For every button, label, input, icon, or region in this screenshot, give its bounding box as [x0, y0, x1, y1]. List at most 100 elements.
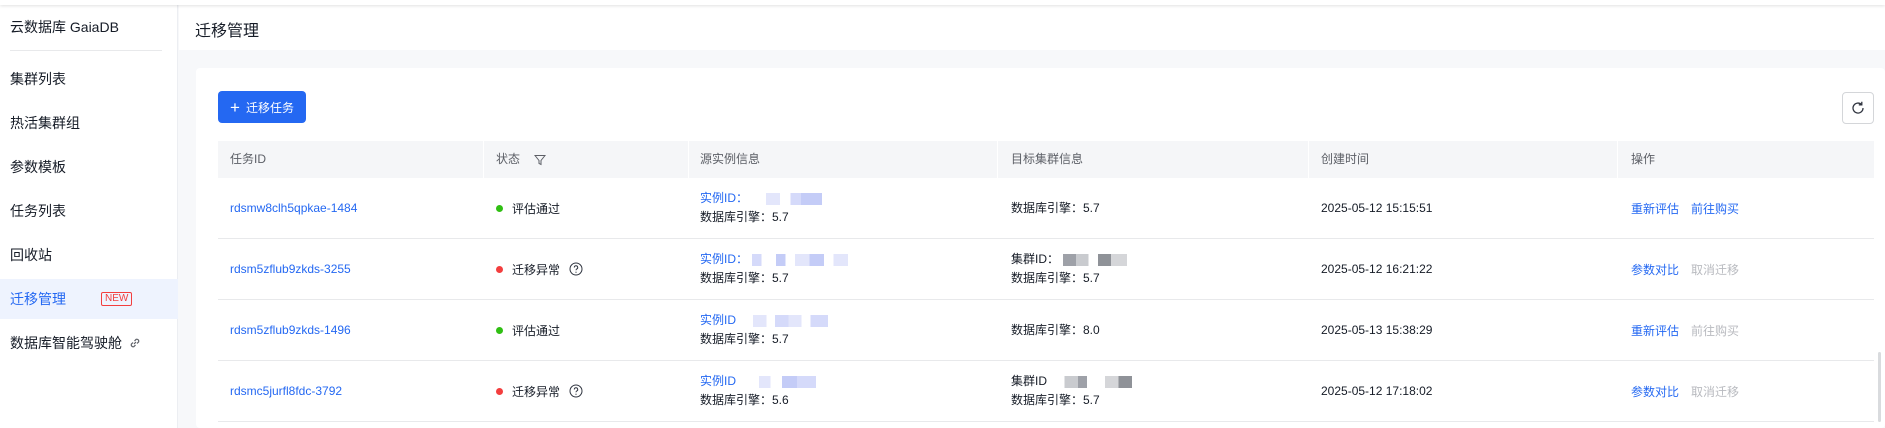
target-cell: 数据库引擎：8.0	[1011, 300, 1100, 360]
task-id-cell: rdsm5zflub9zkds-1496	[230, 300, 351, 360]
table-row: rdsm5zflub9zkds-3255 迁移异常 实例ID： 数据库引擎：5.…	[218, 239, 1874, 300]
cancel-migration-button[interactable]: 取消迁移	[1691, 383, 1739, 400]
sidebar-item-label: 任务列表	[10, 203, 66, 219]
created-cell: 2025-05-13 15:38:29	[1321, 300, 1432, 360]
task-id-link[interactable]: rdsmw8clh5qpkae-1484	[230, 201, 357, 215]
actions-cell: 重新评估 前往购买	[1631, 178, 1739, 238]
create-migration-task-button[interactable]: + 迁移任务	[218, 91, 306, 123]
source-cell: 实例ID： 数据库引擎：5.7	[700, 178, 823, 238]
sidebar-item-migration[interactable]: 迁移管理 NEW	[0, 279, 178, 319]
compare-params-button[interactable]: 参数对比	[1631, 261, 1679, 278]
status-dot	[496, 387, 503, 395]
column-header-source: 源实例信息	[700, 152, 761, 166]
created-time: 2025-05-12 17:18:02	[1321, 384, 1433, 398]
migration-task-table: 任务ID 状态 源实例信息 目标集群信息 创建时间 操作 rdsmw8clh5q…	[218, 141, 1874, 422]
target-engine-text: 数据库引擎：5.7	[1011, 393, 1100, 407]
source-engine-text: 数据库引擎：5.7	[700, 210, 789, 224]
cancel-migration-button[interactable]: 取消迁移	[1691, 261, 1739, 278]
sidebar: 云数据库 GaiaDB 集群列表 热活集群组 参数模板 任务列表 回收站 迁移管…	[0, 0, 178, 428]
sidebar-item-label: 迁移管理	[10, 291, 66, 307]
status-cell: 评估通过	[496, 300, 560, 360]
compare-params-button[interactable]: 参数对比	[1631, 383, 1679, 400]
sidebar-item-label: 参数模板	[10, 159, 66, 175]
source-instance-id-label[interactable]: 实例ID	[700, 372, 736, 391]
column-header-status: 状态	[496, 141, 547, 178]
go-purchase-button[interactable]: 前往购买	[1691, 200, 1739, 217]
status-dot	[496, 326, 503, 334]
created-time: 2025-05-13 15:38:29	[1321, 323, 1433, 337]
sidebar-item-hot-cluster-group[interactable]: 热活集群组	[0, 103, 178, 143]
content-card: + 迁移任务 任务ID 状态 源实例信息 目标集群信息 创建时间 操作 rdsm…	[196, 68, 1885, 428]
created-time: 2025-05-12 15:15:51	[1321, 201, 1433, 215]
new-badge: NEW	[101, 292, 133, 306]
redacted-value	[1063, 253, 1128, 266]
source-engine-text: 数据库引擎：5.6	[700, 393, 789, 407]
redacted-value	[752, 192, 823, 205]
actions-cell: 重新评估 前往购买	[1631, 300, 1739, 360]
sidebar-item-label: 热活集群组	[10, 115, 80, 131]
redacted-value	[752, 253, 849, 266]
sidebar-item-recycle-bin[interactable]: 回收站	[0, 235, 178, 275]
create-button-label: 迁移任务	[245, 100, 294, 115]
help-icon[interactable]	[569, 262, 583, 276]
source-instance-id-label[interactable]: 实例ID：	[700, 250, 748, 269]
source-instance-id-label[interactable]: 实例ID：	[700, 189, 748, 208]
task-id-cell: rdsmc5jurfl8fdc-3792	[230, 361, 342, 421]
column-header-task-id: 任务ID	[230, 152, 267, 166]
page-header: 迁移管理	[179, 5, 1885, 50]
source-instance-id-label[interactable]: 实例ID	[700, 311, 736, 330]
status-text: 评估通过	[512, 323, 561, 338]
status-text: 评估通过	[512, 201, 561, 216]
target-cell: 集群ID 数据库引擎：5.7	[1011, 361, 1142, 421]
sidebar-item-smart-cockpit[interactable]: 数据库智能驾驶舱	[0, 323, 178, 363]
sidebar-item-label: 回收站	[10, 247, 52, 263]
status-cell: 迁移异常	[496, 361, 583, 421]
target-cluster-id-label: 集群ID：	[1011, 252, 1060, 266]
target-cell: 数据库引擎：5.7	[1011, 178, 1100, 238]
top-bar	[0, 0, 1885, 5]
link-icon	[130, 338, 140, 348]
sidebar-item-cluster-list[interactable]: 集群列表	[0, 59, 178, 99]
task-id-link[interactable]: rdsmc5jurfl8fdc-3792	[230, 384, 342, 398]
task-id-link[interactable]: rdsm5zflub9zkds-1496	[230, 323, 351, 337]
created-cell: 2025-05-12 15:15:51	[1321, 178, 1432, 238]
sidebar-item-task-list[interactable]: 任务列表	[0, 191, 178, 231]
sidebar-item-label: 数据库智能驾驶舱	[10, 335, 122, 351]
go-purchase-button[interactable]: 前往购买	[1691, 322, 1739, 339]
filter-icon[interactable]	[534, 154, 547, 166]
task-id-link[interactable]: rdsm5zflub9zkds-3255	[230, 262, 351, 276]
table-row: rdsm5zflub9zkds-1496 评估通过 实例ID 数据库引擎：5.7…	[218, 300, 1874, 361]
task-id-cell: rdsmw8clh5qpkae-1484	[230, 178, 357, 238]
scrollbar[interactable]	[1878, 352, 1881, 422]
table-header: 任务ID 状态 源实例信息 目标集群信息 创建时间 操作	[218, 141, 1874, 178]
page-title: 迁移管理	[195, 23, 260, 40]
task-id-cell: rdsm5zflub9zkds-3255	[230, 239, 351, 299]
refresh-button[interactable]	[1842, 92, 1874, 124]
actions-cell: 参数对比 取消迁移	[1631, 361, 1739, 421]
table-row: rdsmc5jurfl8fdc-3792 迁移异常 实例ID 数据库引擎：5.6…	[218, 361, 1874, 422]
target-cluster-id-label: 集群ID	[1011, 374, 1048, 388]
status-dot	[496, 265, 503, 273]
reevaluate-button[interactable]: 重新评估	[1631, 322, 1679, 339]
target-engine-text: 数据库引擎：5.7	[1011, 271, 1100, 285]
reevaluate-button[interactable]: 重新评估	[1631, 200, 1679, 217]
help-icon[interactable]	[569, 384, 583, 398]
created-cell: 2025-05-12 17:18:02	[1321, 361, 1432, 421]
redacted-value	[1051, 375, 1142, 388]
sidebar-divider	[10, 50, 162, 51]
actions-cell: 参数对比 取消迁移	[1631, 239, 1739, 299]
source-cell: 实例ID 数据库引擎：5.7	[700, 300, 829, 360]
column-header-target: 目标集群信息	[1011, 152, 1084, 166]
target-engine-text: 数据库引擎：8.0	[1011, 322, 1100, 337]
sidebar-title: 云数据库 GaiaDB	[10, 19, 119, 35]
source-engine-text: 数据库引擎：5.7	[700, 271, 789, 285]
column-header-status-label: 状态	[496, 152, 521, 166]
target-cell: 集群ID： 数据库引擎：5.7	[1011, 239, 1128, 299]
status-cell: 评估通过	[496, 178, 560, 238]
status-cell: 迁移异常	[496, 239, 583, 299]
table-row: rdsmw8clh5qpkae-1484 评估通过 实例ID： 数据库引擎：5.…	[218, 178, 1874, 239]
status-text: 迁移异常	[512, 384, 561, 399]
column-header-actions: 操作	[1631, 152, 1656, 166]
target-engine-text: 数据库引擎：5.7	[1011, 200, 1100, 215]
sidebar-item-param-template[interactable]: 参数模板	[0, 147, 178, 187]
